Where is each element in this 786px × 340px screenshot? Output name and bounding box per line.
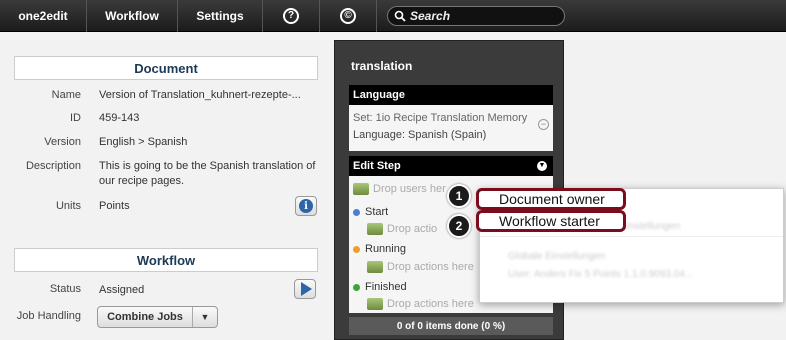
job-handling-select[interactable]: Combine Jobs ▼ <box>97 306 218 328</box>
callout-badge-1: 1 <box>447 184 471 208</box>
actions-icon <box>367 261 383 274</box>
version-label: Version <box>44 136 81 148</box>
stage-start-label: Start <box>365 206 389 218</box>
chevron-down-icon: ▼ <box>537 161 547 171</box>
start-workflow-button[interactable] <box>294 279 316 299</box>
stage-start: Start <box>353 206 388 218</box>
stage-finished-label: Finished <box>365 281 407 293</box>
popup-blurred-text: User: Anders Fix 5 Points 1.1.0.9093.04.… <box>508 269 694 280</box>
drop-actions-finished[interactable]: Drop actions here <box>367 298 474 311</box>
name-value: Version of Translation_kuhnert-rezepte-.… <box>99 89 301 101</box>
drop-actions-start[interactable]: Drop actio <box>367 223 438 236</box>
stage-finished: Finished <box>353 281 407 293</box>
stage-running-label: Running <box>365 243 406 255</box>
units-info-button[interactable]: i <box>295 196 317 216</box>
copyright-icon: © <box>340 7 356 24</box>
popup-blurred-text: Globale Einstellungen <box>508 251 606 262</box>
option-document-owner[interactable]: Document owner <box>476 188 626 210</box>
brand-logo[interactable]: one2edit <box>0 0 87 32</box>
stage-finished-dot <box>353 283 360 291</box>
id-value: 459-143 <box>99 112 140 124</box>
info-icon: i <box>299 199 313 213</box>
version-value: English > Spanish <box>99 136 188 148</box>
language-body: Set: 1io Recipe Translation Memory Langu… <box>349 105 553 151</box>
language-value: Language: Spanish (Spain) <box>353 129 487 141</box>
drop-users-target[interactable]: Drop users her <box>353 183 446 196</box>
popup-separator <box>480 236 783 237</box>
status-value: Assigned <box>99 284 145 296</box>
stage-start-dot <box>353 208 360 216</box>
edit-step-header[interactable]: Edit Step ▼ <box>349 156 553 176</box>
document-header: Document <box>14 56 318 80</box>
stage-running: Running <box>353 243 406 255</box>
nav-workflow[interactable]: Workflow <box>87 0 178 32</box>
callout-badge-2: 2 <box>447 214 471 238</box>
play-icon <box>301 282 312 296</box>
popup-blurred-text: Einstellungen <box>620 221 681 232</box>
users-icon <box>353 183 369 196</box>
drop-actions-finished-text: Drop actions here <box>387 298 474 310</box>
drop-actions-start-text: Drop actio <box>387 223 438 235</box>
job-handling-label: Job Handling <box>16 310 81 322</box>
actions-icon <box>367 223 383 236</box>
units-value: Points <box>99 200 130 212</box>
status-label: Status <box>49 283 81 295</box>
search-input[interactable] <box>410 8 560 23</box>
units-label: Units <box>55 200 81 212</box>
progress-status: 0 of 0 items done (0 %) <box>349 317 553 335</box>
description-value: This is going to be the Spanish translat… <box>99 160 316 187</box>
chevron-down-icon: ▼ <box>200 312 210 322</box>
drop-users-text: Drop users her <box>373 183 446 195</box>
job-handling-value: Combine Jobs <box>98 307 193 327</box>
copyright-button[interactable]: © <box>320 0 377 32</box>
search-box[interactable] <box>387 5 565 26</box>
help-icon: ? <box>283 7 299 24</box>
help-button[interactable]: ? <box>263 0 320 32</box>
stage-running-dot <box>353 245 360 253</box>
collapse-icon[interactable]: − <box>538 119 549 130</box>
search-icon <box>394 10 406 22</box>
option-workflow-starter[interactable]: Workflow starter <box>476 210 626 232</box>
memory-set: Set: 1io Recipe Translation Memory <box>353 112 528 124</box>
translation-title: translation <box>351 59 413 73</box>
workflow-header: Workflow <box>14 248 318 272</box>
language-header: Language <box>349 85 553 105</box>
id-label: ID <box>70 112 81 124</box>
nav-settings[interactable]: Settings <box>178 0 263 32</box>
drop-actions-running-text: Drop actions here <box>387 261 474 273</box>
drop-actions-running[interactable]: Drop actions here <box>367 261 474 274</box>
name-label: Name <box>51 89 81 101</box>
edit-step-label: Edit Step <box>353 160 401 172</box>
description-label: Description <box>25 160 81 172</box>
actions-icon <box>367 298 383 311</box>
top-navigation-bar: one2edit Workflow Settings ? © <box>0 0 786 32</box>
